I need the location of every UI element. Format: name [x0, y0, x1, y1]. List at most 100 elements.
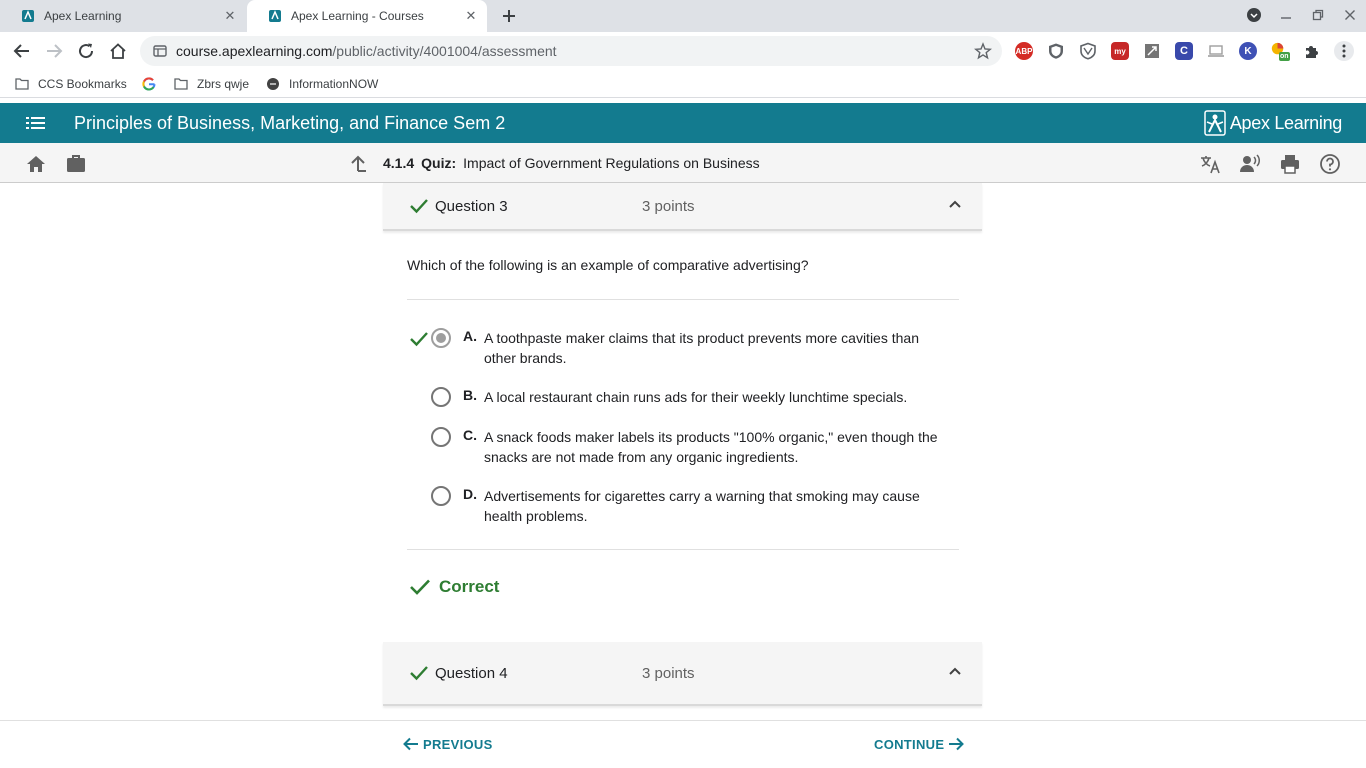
activity-breadcrumb: 4.1.4 Quiz: Impact of Government Regulat… [383, 155, 760, 171]
previous-button[interactable]: PREVIOUS [402, 735, 493, 753]
extensions-puzzle-icon[interactable] [1303, 42, 1321, 60]
chevron-up-icon[interactable] [948, 199, 962, 209]
choice-text: A snack foods maker labels its products … [484, 429, 938, 465]
shield-outline-extension-icon[interactable] [1079, 42, 1097, 60]
tab-title: Apex Learning - Courses [291, 9, 424, 23]
activity-type: Quiz: [421, 155, 457, 171]
folder-icon [15, 77, 29, 91]
briefcase-icon[interactable] [65, 153, 87, 175]
activity-bar: 4.1.4 Quiz: Impact of Government Regulat… [0, 143, 1366, 183]
home-icon[interactable] [25, 153, 47, 175]
divider [407, 549, 959, 550]
apex-favicon-icon [267, 8, 283, 24]
forward-arrow-icon[interactable] [42, 39, 66, 63]
laptop-extension-icon[interactable] [1207, 42, 1225, 60]
question-label: Question 3 [435, 198, 508, 215]
bookmark-label: CCS Bookmarks [38, 77, 127, 91]
continue-button[interactable]: CONTINUE [874, 735, 965, 753]
question-4-header[interactable]: Question 4 3 points [383, 642, 982, 706]
site-info-icon[interactable] [152, 43, 168, 59]
question-points: 3 points [642, 665, 695, 682]
question-points: 3 points [642, 198, 695, 215]
choice-letter: B. [463, 387, 477, 403]
radio-button[interactable] [431, 427, 451, 447]
home-icon[interactable] [106, 39, 130, 63]
close-icon[interactable]: ✕ [463, 8, 479, 24]
bookmark-ccs-bookmarks[interactable]: CCS Bookmarks [15, 76, 127, 92]
window-controls [1238, 0, 1366, 32]
google-icon [142, 77, 156, 91]
my-extension-icon[interactable]: my [1111, 42, 1129, 60]
radio-button[interactable] [431, 486, 451, 506]
tab-title: Apex Learning [44, 9, 122, 23]
choice-letter: C. [463, 427, 477, 443]
bookmark-star-icon[interactable] [973, 42, 993, 60]
bookmark-google[interactable] [142, 76, 165, 92]
choice-text: A toothpaste maker claims that its produ… [484, 330, 919, 366]
choice-letter: D. [463, 486, 477, 502]
k-extension-icon[interactable]: K [1239, 42, 1257, 60]
checkmark-icon [410, 332, 428, 347]
checkmark-icon [410, 579, 430, 595]
bookmark-informationnow[interactable]: InformationNOW [266, 76, 378, 92]
checkmark-icon [410, 199, 428, 214]
logo-text: Apex Learning [1229, 112, 1342, 133]
browser-toolbar: course.apexlearning.com/public/activity/… [0, 32, 1366, 70]
bookmarks-bar: CCS Bookmarks Zbrs qwje InformationNOW [0, 70, 1366, 98]
print-icon[interactable] [1279, 153, 1301, 175]
continue-label: CONTINUE [874, 736, 945, 752]
site-icon [266, 77, 280, 91]
minimize-icon[interactable] [1270, 9, 1302, 24]
browser-menu-icon[interactable] [1334, 41, 1354, 61]
question-label: Question 4 [435, 665, 508, 682]
chevron-up-icon[interactable] [948, 666, 962, 676]
back-arrow-icon[interactable] [10, 39, 34, 63]
shield-extension-icon[interactable] [1047, 42, 1065, 60]
translate-icon[interactable] [1199, 153, 1221, 175]
radio-button[interactable] [431, 387, 451, 407]
answer-result: Correct [407, 577, 499, 597]
choice-text: Advertisements for cigarettes carry a wa… [484, 488, 920, 524]
previous-label: PREVIOUS [423, 736, 493, 752]
abp-extension-icon[interactable]: ABP [1015, 42, 1033, 60]
new-tab-plus-icon[interactable] [498, 5, 520, 27]
result-text: Correct [439, 577, 500, 596]
browser-tab-apex-learning[interactable]: Apex Learning ✕ [0, 0, 246, 32]
apex-logo-icon [1204, 110, 1226, 136]
course-title: Principles of Business, Marketing, and F… [74, 113, 506, 133]
url-path: /public/activity/4001004/assessment [332, 43, 557, 59]
close-window-icon[interactable] [1334, 9, 1366, 24]
bookmark-label: Zbrs qwje [197, 77, 250, 91]
navigation-footer: PREVIOUS CONTINUE [0, 720, 1366, 768]
help-icon[interactable] [1319, 153, 1341, 175]
reload-icon[interactable] [74, 39, 98, 63]
screenshot-extension-icon[interactable] [1143, 42, 1161, 60]
bookmark-label: InformationNOW [289, 77, 379, 91]
c-extension-icon[interactable]: C [1175, 42, 1193, 60]
url-host: course.apexlearning.com [176, 43, 333, 59]
activity-title: Impact of Government Regulations on Busi… [463, 155, 760, 171]
address-bar[interactable]: course.apexlearning.com/public/activity/… [140, 36, 1002, 66]
restore-icon[interactable] [1302, 9, 1334, 24]
menu-icon[interactable] [26, 115, 46, 131]
bookmark-zbrs-qwje[interactable]: Zbrs qwje [174, 76, 249, 92]
arrow-left-icon [403, 737, 418, 751]
read-aloud-icon[interactable] [1239, 153, 1261, 175]
browser-tab-apex-learning-courses[interactable]: Apex Learning - Courses ✕ [247, 0, 487, 32]
question-prompt: Which of the following is an example of … [407, 257, 809, 273]
apex-learning-logo: Apex Learning [1204, 109, 1342, 137]
up-arrow-icon[interactable] [347, 153, 369, 175]
question-3-header[interactable]: Question 3 3 points [383, 183, 982, 231]
tab-search-icon[interactable] [1238, 7, 1270, 26]
close-icon[interactable]: ✕ [222, 8, 238, 24]
arrow-right-icon [949, 737, 965, 751]
activity-number: 4.1.4 [383, 155, 415, 171]
tab-strip: Apex Learning ✕ Apex Learning - Courses … [0, 0, 1366, 32]
apex-favicon-icon [20, 8, 36, 24]
folder-icon [174, 77, 188, 91]
divider [407, 299, 959, 300]
course-header: Principles of Business, Marketing, and F… [0, 103, 1366, 143]
choice-text: A local restaurant chain runs ads for th… [484, 389, 908, 405]
radio-button[interactable] [431, 328, 451, 348]
on-extension-icon[interactable]: on [1271, 42, 1290, 61]
